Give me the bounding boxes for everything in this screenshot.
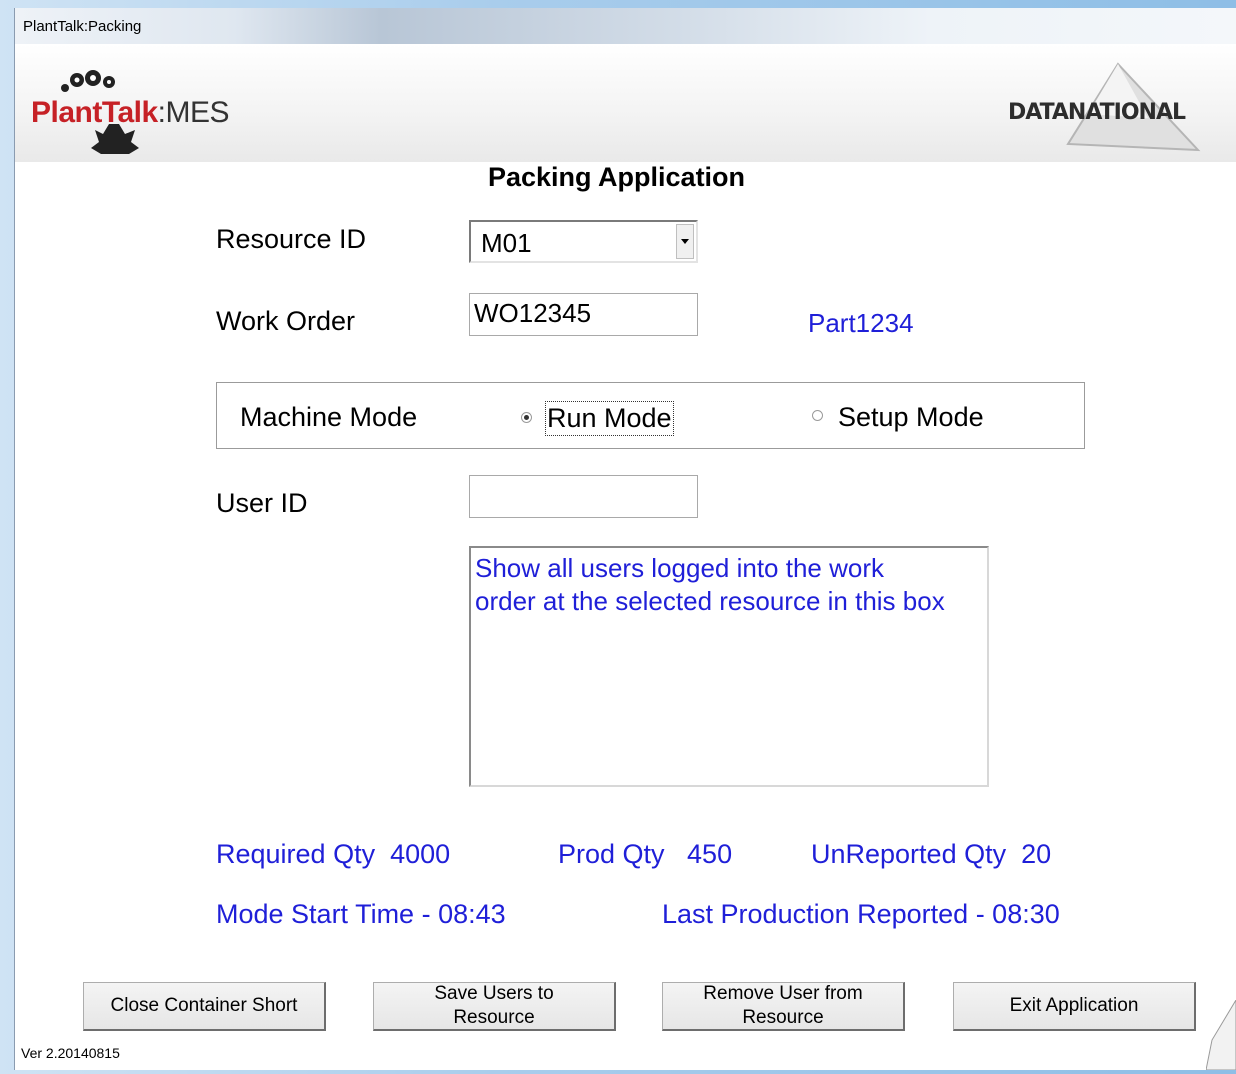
exit-application-button[interactable]: Exit Application [953,982,1196,1031]
page-title: Packing Application [488,162,746,192]
window-title: PlantTalk:Packing [23,18,142,35]
resource-id-value: M01 [481,228,532,258]
work-order-value: WO12345 [474,298,592,328]
setup-mode-label[interactable]: Setup Mode [838,402,984,433]
unreported-qty-text: UnReported Qty 20 [811,839,1052,869]
close-container-short-button[interactable]: Close Container Short [83,982,326,1031]
required-qty-text: Required Qty 4000 [216,839,451,869]
application-window: PlantTalk:Packing PlantTalk:MES DATANATI… [14,8,1236,1070]
chevron-down-icon[interactable] [676,224,694,259]
run-mode-label[interactable]: Run Mode [545,401,674,436]
logo-suffix-text: :MES [157,96,230,129]
work-order-input[interactable]: WO12345 [469,293,698,336]
mode-start-time-text: Mode Start Time - 08:43 [216,899,506,929]
work-order-label: Work Order [216,306,356,336]
machine-mode-label: Machine Mode [240,402,418,432]
header-banner: PlantTalk:MES DATANATIONAL [15,44,1236,162]
run-mode-radio[interactable] [521,412,532,423]
last-production-text: Last Production Reported - 08:30 [662,899,1060,929]
user-id-input[interactable] [469,475,698,518]
resize-grip-icon[interactable] [1206,1000,1236,1070]
setup-mode-radio[interactable] [812,410,823,421]
logged-users-text: Show all users logged into the work orde… [475,553,945,616]
resource-id-label: Resource ID [216,224,367,254]
datanational-text: DATANATIONAL [1008,100,1186,125]
logged-users-list[interactable]: Show all users logged into the work orde… [469,546,989,787]
version-label: Ver 2.20140815 [21,1045,120,1061]
resource-id-dropdown[interactable]: M01 [469,220,698,263]
machine-mode-group: Machine Mode Run Mode Setup Mode [216,382,1085,449]
logo-brand-text: PlantTalk [31,96,158,129]
planttalk-mes-logo: PlantTalk:MES [25,64,265,154]
remove-user-button[interactable]: Remove User from Resource [662,982,905,1031]
title-bar[interactable]: PlantTalk:Packing [15,8,1236,44]
part-number-text: Part1234 [808,308,914,338]
datanational-logo: DATANATIONAL [1008,58,1228,158]
prod-qty-text: Prod Qty 450 [558,839,733,869]
user-id-label: User ID [216,488,308,518]
save-users-button[interactable]: Save Users to Resource [373,982,616,1031]
